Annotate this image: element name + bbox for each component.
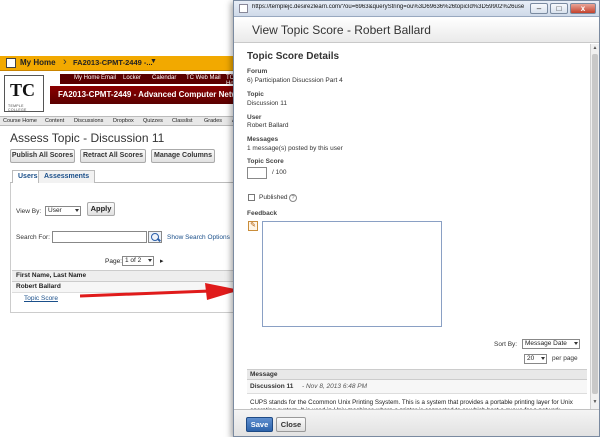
sort-by-label: Sort By: (494, 341, 518, 348)
apply-button[interactable]: Apply (87, 202, 115, 216)
scrollbar-thumb[interactable] (592, 54, 598, 394)
nav-grades[interactable]: Grades (204, 118, 222, 124)
util-link-email[interactable]: Email (101, 75, 116, 81)
retract-all-scores-button[interactable]: Retract All Scores (80, 149, 146, 163)
scroll-down-icon[interactable]: ▼ (591, 398, 599, 406)
search-input[interactable] (52, 231, 147, 243)
nav-classlist[interactable]: Classlist (172, 118, 192, 124)
chevron-down-icon (148, 259, 152, 262)
show-search-options-link[interactable]: Show Search Options (167, 234, 230, 241)
utility-links-bar: My Home Email Locker Calendar TC Web Mai… (60, 74, 245, 87)
logo-text: TC (10, 80, 36, 100)
nav-discussions[interactable]: Discussions (74, 118, 103, 124)
popup-url: https://templejc.desire2learn.com/?ou=69… (252, 4, 524, 10)
maximize-button[interactable]: □ (550, 3, 568, 14)
scroll-up-icon[interactable]: ▲ (591, 44, 599, 52)
user-label: User (247, 114, 262, 121)
view-by-value: User (48, 207, 62, 214)
edit-icon[interactable]: ✎ (248, 221, 258, 231)
popup-header: View Topic Score - Robert Ballard (234, 17, 599, 43)
topic-score-popup: https://templejc.desire2learn.com/?ou=69… (233, 0, 600, 437)
table-column-header[interactable]: First Name, Last Name (12, 270, 244, 282)
feedback-textarea[interactable] (262, 221, 442, 327)
chevron-down-icon[interactable]: ▼ (150, 58, 157, 65)
my-home-link[interactable]: My Home (20, 58, 56, 67)
chevron-down-icon (541, 357, 545, 360)
assess-tabs: Users Assessments (10, 170, 245, 183)
forum-value: 6) Participation Disucssion Part 4 (247, 77, 343, 84)
per-page-label: per page (552, 355, 578, 362)
message-date: - Nov 8, 2013 6:48 PM (302, 383, 368, 390)
save-button[interactable]: Save (246, 417, 273, 432)
home-icon[interactable] (6, 58, 16, 68)
course-navbar: Course Home Content Discussions Dropbox … (0, 116, 245, 126)
publish-all-scores-button[interactable]: Publish All Scores (10, 149, 75, 163)
nav-course-home[interactable]: Course Home (3, 118, 37, 124)
topic-score-input[interactable] (247, 167, 267, 179)
messages-value: 1 message(s) posted by this user (247, 145, 343, 152)
popup-title: View Topic Score - Robert Ballard (252, 23, 431, 37)
util-link-my-home[interactable]: My Home (74, 75, 100, 81)
nav-quizzes[interactable]: Quizzes (143, 118, 163, 124)
sort-by-value: Message Date (525, 340, 567, 347)
arrow-shaft (80, 289, 211, 298)
top-navigation-bar: My Home › FA2013-CPMT-2449 -... ▼ (0, 56, 245, 71)
course-selector[interactable]: FA2013-CPMT-2449 -... (73, 58, 153, 67)
page-label: Page: (105, 258, 122, 265)
feedback-label: Feedback (247, 210, 277, 217)
util-link-locker[interactable]: Locker (123, 75, 141, 81)
page-title: Assess Topic - Discussion 11 (10, 131, 165, 145)
per-page-select[interactable]: 20 (524, 354, 547, 364)
util-link-calendar[interactable]: Calendar (152, 75, 176, 81)
nav-content[interactable]: Content (45, 118, 64, 124)
breadcrumb-separator: › (63, 56, 67, 68)
popup-content: Topic Score Details Forum 6) Participati… (234, 44, 590, 409)
popup-scrollbar[interactable]: ▲ ▼ (590, 44, 599, 409)
next-page-icon[interactable]: ▸ (160, 257, 164, 265)
section-title: Topic Score Details (247, 51, 340, 62)
course-title: FA2013-CPMT-2449 - Advanced Computer Net… (58, 90, 251, 99)
search-for-label: Search For: (16, 234, 50, 241)
user-value: Robert Ballard (247, 122, 289, 129)
message-subject[interactable]: Discussion 11 (250, 383, 293, 390)
help-icon[interactable]: ? (289, 194, 297, 202)
topic-score-link[interactable]: Topic Score (24, 295, 58, 302)
minimize-button[interactable]: – (530, 3, 548, 14)
util-link-tc-web-mail[interactable]: TC Web Mail (186, 75, 221, 81)
annotation-arrow (80, 283, 240, 300)
published-label: Published (259, 194, 288, 201)
popup-address-bar: https://templejc.desire2learn.com/?ou=69… (234, 1, 599, 17)
messages-label: Messages (247, 136, 279, 143)
message-column-header: Message (247, 369, 587, 380)
per-page-value: 20 (527, 355, 535, 362)
window-close-button[interactable]: x (570, 3, 596, 14)
page-select[interactable]: 1 of 2 (122, 256, 154, 266)
view-by-label: View By: (16, 208, 42, 215)
close-button[interactable]: Close (276, 417, 306, 432)
favicon-icon (239, 4, 248, 13)
chevron-down-icon (574, 342, 578, 345)
message-body: CUPS stands for the Ccommon Unix Printin… (250, 399, 573, 409)
topic-score-max: / 100 (272, 169, 287, 176)
published-checkbox[interactable] (248, 194, 255, 201)
nav-dropbox[interactable]: Dropbox (113, 118, 134, 124)
search-icon[interactable] (148, 231, 162, 243)
view-by-select[interactable]: User (45, 206, 81, 216)
chevron-down-icon (75, 209, 79, 212)
sort-by-select[interactable]: Message Date (522, 339, 580, 349)
logo-subtext: TEMPLE COLLEGE (8, 104, 27, 112)
forum-label: Forum (247, 68, 268, 75)
topic-label: Topic (247, 91, 264, 98)
message-row: Discussion 11 - Nov 8, 2013 6:48 PM (247, 380, 587, 394)
topic-value: Discussion 11 (247, 100, 287, 107)
manage-columns-button[interactable]: Manage Columns (151, 149, 215, 163)
college-logo: TC TEMPLE COLLEGE (4, 75, 44, 112)
tab-assessments[interactable]: Assessments (38, 170, 96, 183)
popup-footer: Save Close (234, 409, 599, 436)
course-banner: FA2013-CPMT-2449 - Advanced Computer Net… (50, 86, 250, 104)
page-value: 1 of 2 (125, 257, 142, 264)
topic-score-label: Topic Score (247, 158, 284, 165)
